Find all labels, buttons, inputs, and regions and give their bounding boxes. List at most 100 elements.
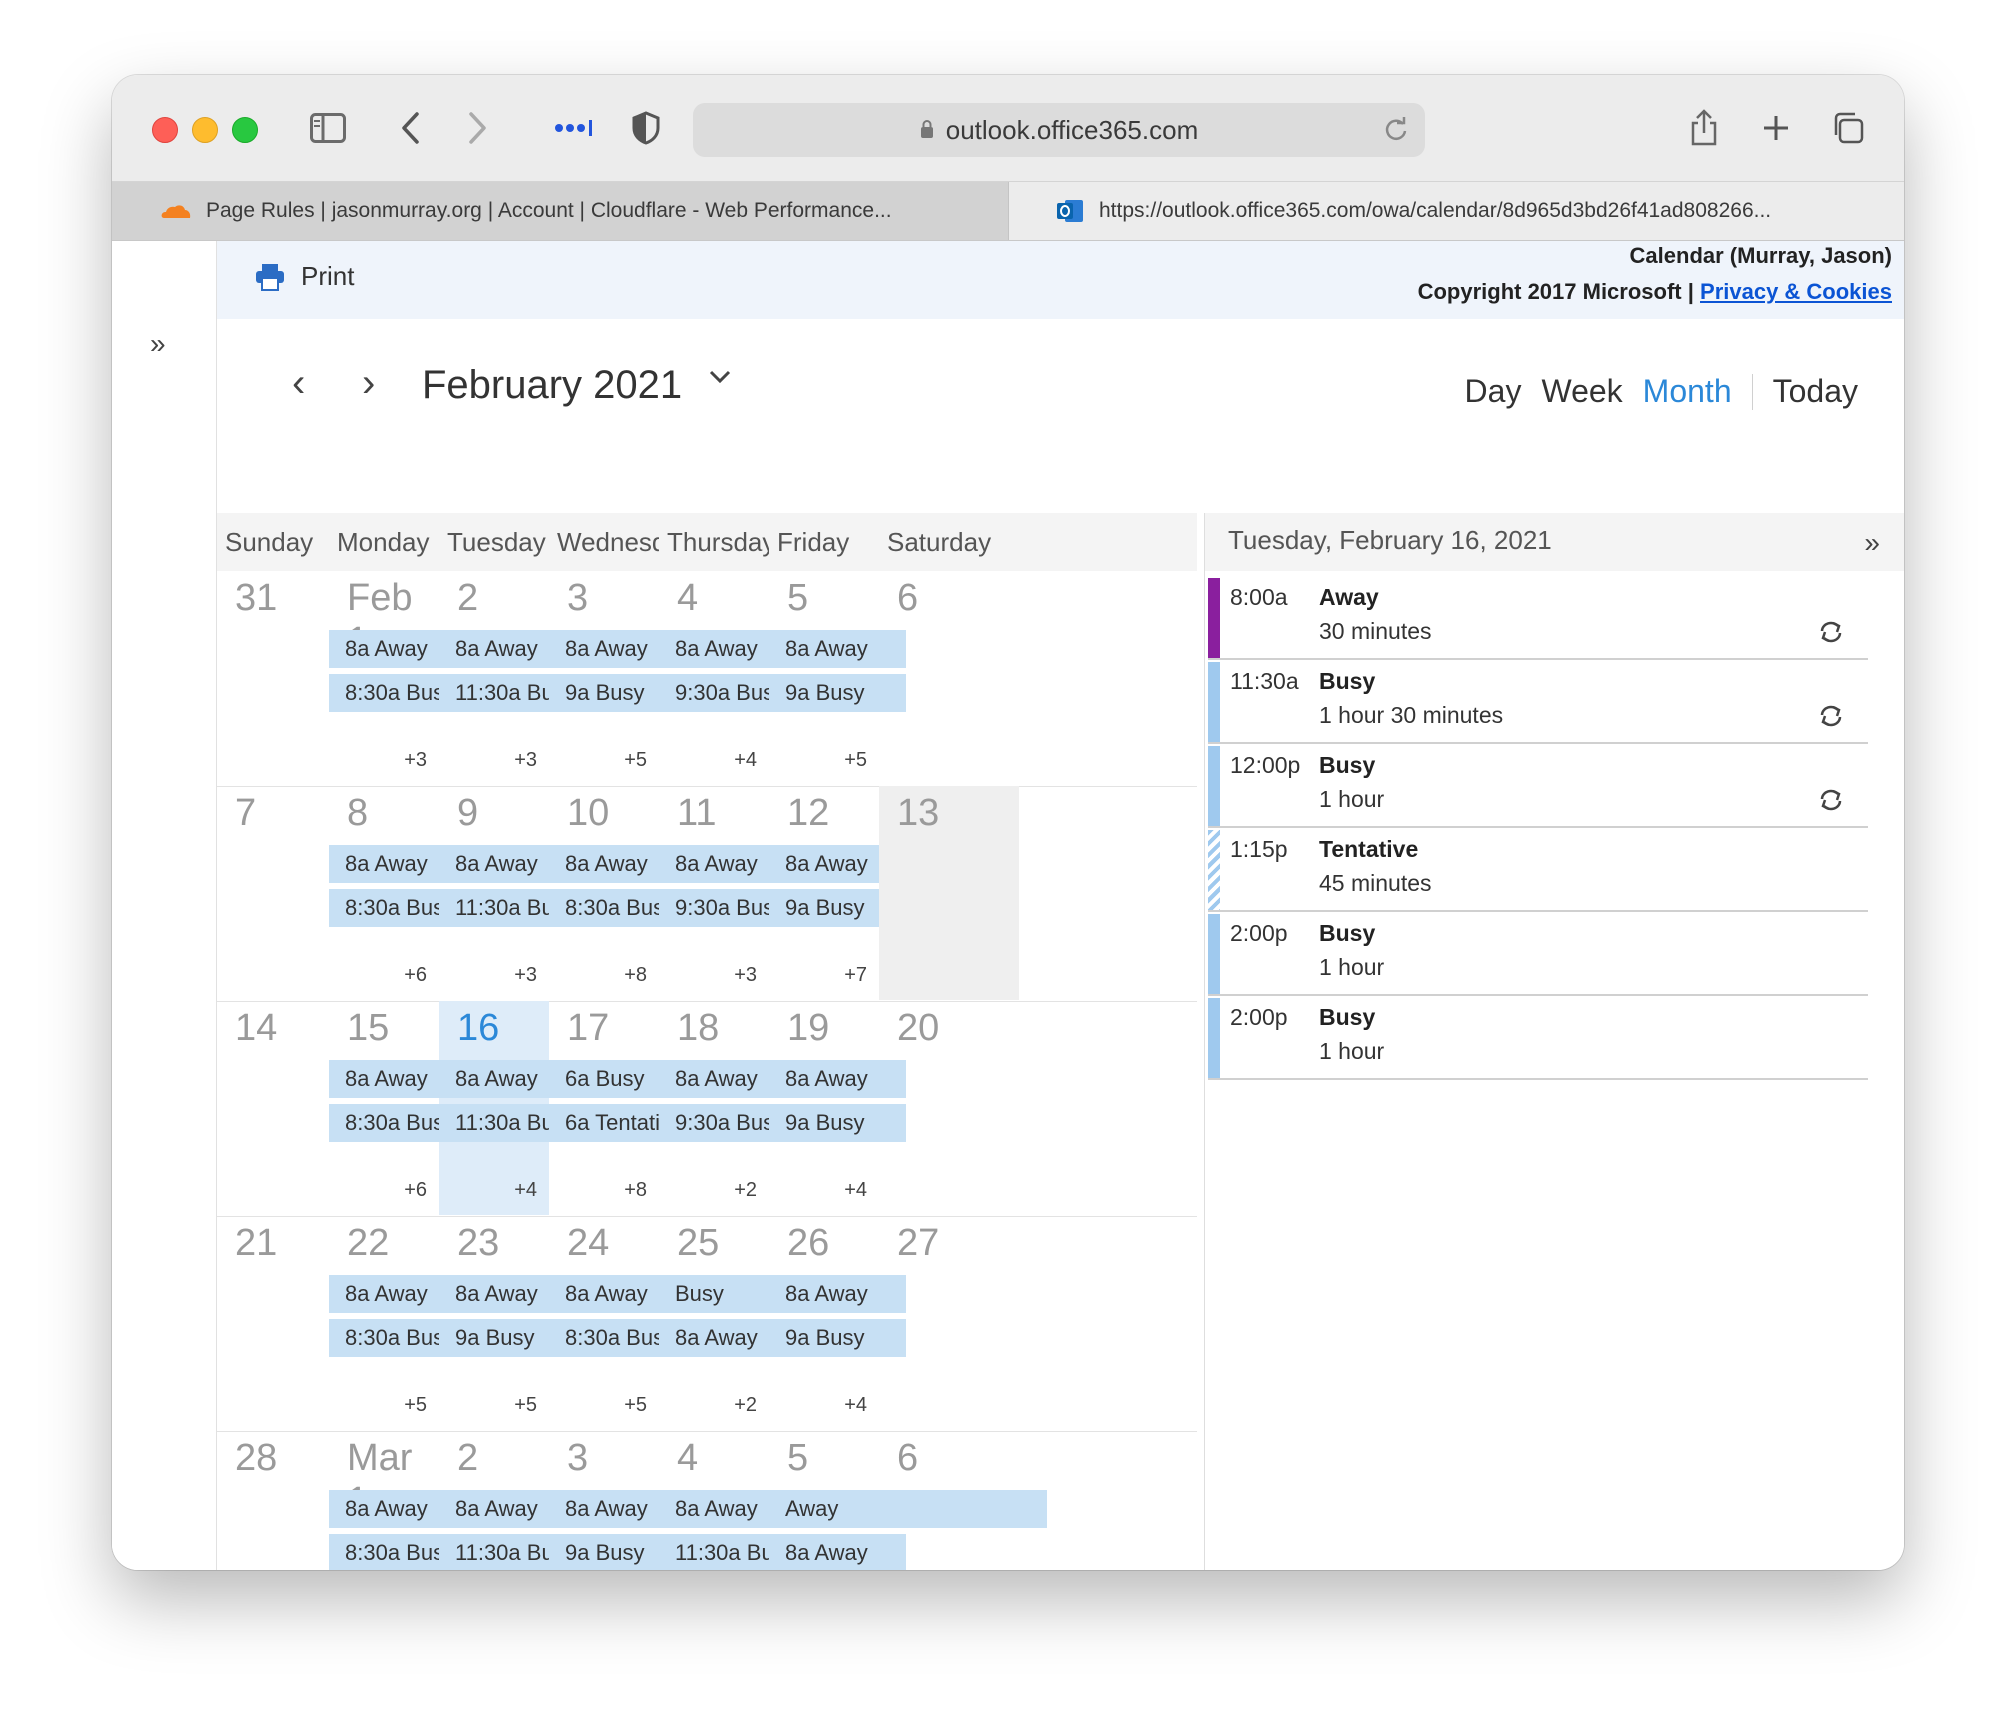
more-events-link[interactable]: +5 [514,1394,537,1417]
day-cell[interactable]: 15 8a Away 8:30a Busy +6 [329,1001,466,1215]
more-events-link[interactable]: +6 [404,964,427,987]
more-events-link[interactable]: +2 [734,1179,757,1202]
back-icon[interactable] [390,108,430,148]
zoom-window-button[interactable] [232,117,258,143]
next-month-icon[interactable]: › [362,361,375,406]
day-cell[interactable]: 31 [217,571,329,785]
privacy-link[interactable]: Privacy & Cookies [1700,279,1892,304]
day-cell[interactable]: 6 [879,1431,1019,1570]
more-events-link[interactable]: +2 [734,1394,757,1417]
day-number: 27 [897,1222,940,1264]
view-day-button[interactable]: Day [1465,373,1522,410]
day-number: 31 [235,577,278,619]
more-events-link[interactable]: +5 [624,749,647,772]
month-title[interactable]: February 2021 [422,363,682,408]
day-cell[interactable]: 26 8a Away 9a Busy +4 [769,1216,906,1430]
forward-icon[interactable] [458,108,498,148]
extension-icon[interactable] [550,108,600,148]
day-cell[interactable]: 22 8a Away 8:30a Busy +5 [329,1216,466,1430]
day-cell[interactable]: 23 8a Away 9a Busy +5 [439,1216,576,1430]
new-tab-icon[interactable] [1756,108,1796,148]
more-events-link[interactable]: +8 [624,1179,647,1202]
print-header: Print Calendar (Murray, Jason) Copyright… [217,241,1904,319]
more-events-link[interactable]: +4 [514,1179,537,1202]
day-number: 9 [457,792,479,834]
day-cell[interactable]: 8 8a Away 8:30a Busy +6 [329,786,466,1000]
previous-month-icon[interactable]: ‹ [292,361,305,406]
sidebar-toggle-icon[interactable] [306,108,350,148]
day-cell[interactable]: 18 8a Away 9:30a Busy +2 [659,1001,796,1215]
day-cell[interactable]: 3 8a Away 9a Busy +5 [549,571,686,785]
day-cell[interactable]: 16 8a Away 11:30a Busy +4 [439,1001,576,1215]
more-events-link[interactable]: +3 [514,749,537,772]
privacy-shield-icon[interactable] [626,108,666,148]
day-cell[interactable]: 4 8a Away 9:30a Busy +4 [659,571,796,785]
more-events-link[interactable]: +8 [624,964,647,987]
day-cell[interactable]: 19 8a Away 9a Busy +4 [769,1001,906,1215]
day-cell[interactable]: 24 8a Away 8:30a Busy +5 [549,1216,686,1430]
more-events-link[interactable]: +5 [404,1394,427,1417]
reload-icon[interactable] [1383,116,1409,149]
agenda-item[interactable]: 11:30a Busy 1 hour 30 minutes [1208,660,1868,744]
day-cell[interactable]: Mar 18a Away8:30a Busy+5 [329,1431,466,1570]
day-cell[interactable]: 20 [879,1001,1019,1215]
day-cell[interactable]: 28 [217,1431,329,1570]
more-events-link[interactable]: +7 [844,964,867,987]
day-cell[interactable]: 11 8a Away 9:30a Busy +3 [659,786,796,1000]
day-cell[interactable]: 6 [879,571,1019,785]
week-row: 28 Mar 18a Away8:30a Busy+528a Away11:30a… [217,1431,1197,1570]
agenda-item[interactable]: 8:00a Away 30 minutes [1208,576,1868,660]
day-number: 21 [235,1222,278,1264]
day-cell[interactable]: 7 [217,786,329,1000]
tab-cloudflare[interactable]: Page Rules | jasonmurray.org | Account |… [112,182,1009,240]
day-number: 6 [897,1437,919,1479]
event-duration: 1 hour [1319,954,1385,980]
day-cell[interactable]: 17 6a Busy 6a Tentative +8 [549,1001,686,1215]
tab-overview-icon[interactable] [1828,108,1868,148]
more-events-link[interactable]: +3 [404,749,427,772]
view-month-button[interactable]: Month [1643,373,1732,410]
day-cell[interactable]: 5 8a Away 9a Busy +5 [769,571,906,785]
close-window-button[interactable] [152,117,178,143]
day-number: 20 [897,1007,940,1049]
share-icon[interactable] [1684,108,1724,148]
minimize-window-button[interactable] [192,117,218,143]
more-events-link[interactable]: +5 [624,1394,647,1417]
agenda-item[interactable]: 2:00p Busy 1 hour [1208,996,1868,1080]
tab-outlook[interactable]: https://outlook.office365.com/owa/calend… [1009,182,1904,240]
collapse-panel-icon[interactable]: » [1864,527,1880,559]
more-events-link[interactable]: +4 [844,1394,867,1417]
more-events-link[interactable]: +3 [514,964,537,987]
more-events-link[interactable]: +4 [734,749,757,772]
day-cell[interactable]: 28a Away11:30a Busy+3 [439,571,576,785]
day-cell[interactable]: 5Away8a Away+5 [769,1431,1047,1570]
day-cell[interactable]: 27 [879,1216,1019,1430]
day-cell[interactable]: 12 8a Away 9a Busy +7 [769,786,906,1000]
day-number: 23 [457,1222,500,1264]
agenda-item[interactable]: 2:00p Busy 1 hour [1208,912,1868,996]
view-week-button[interactable]: Week [1541,373,1622,410]
day-cell[interactable]: 4 8a Away 11:30a Busy [659,1431,796,1570]
more-events-link[interactable]: +5 [844,749,867,772]
day-cell[interactable]: 10 8a Away 8:30a Busy +8 [549,786,686,1000]
more-events-link[interactable]: +6 [404,1179,427,1202]
day-cell[interactable]: 21 [217,1216,329,1430]
expand-panel-icon[interactable]: » [150,328,166,360]
day-cell[interactable]: 9 8a Away 11:30a Busy +3 [439,786,576,1000]
day-cell[interactable]: 28a Away11:30a Busy+3 [439,1431,576,1570]
day-cell[interactable]: 14 [217,1001,329,1215]
agenda-item[interactable]: 12:00p Busy 1 hour [1208,744,1868,828]
day-cell[interactable]: Feb 18a Away8:30a Busy+3 [329,571,466,785]
day-cell[interactable]: 25 Busy 8a Away +2 [659,1216,796,1430]
address-bar[interactable]: outlook.office365.com [693,103,1425,157]
tab-label: https://outlook.office365.com/owa/calend… [1099,199,1772,222]
more-events-link[interactable]: +4 [844,1179,867,1202]
agenda-item[interactable]: 1:15p Tentative 45 minutes [1208,828,1868,912]
day-cell[interactable]: 13 [879,786,1019,1000]
print-button[interactable]: Print [255,261,354,292]
today-button[interactable]: Today [1773,373,1858,410]
event-duration: 1 hour [1319,1038,1385,1064]
day-cell[interactable]: 38a Away9a Busy+4 [549,1431,686,1570]
more-events-link[interactable]: +3 [734,964,757,987]
chevron-down-icon[interactable] [708,369,732,390]
